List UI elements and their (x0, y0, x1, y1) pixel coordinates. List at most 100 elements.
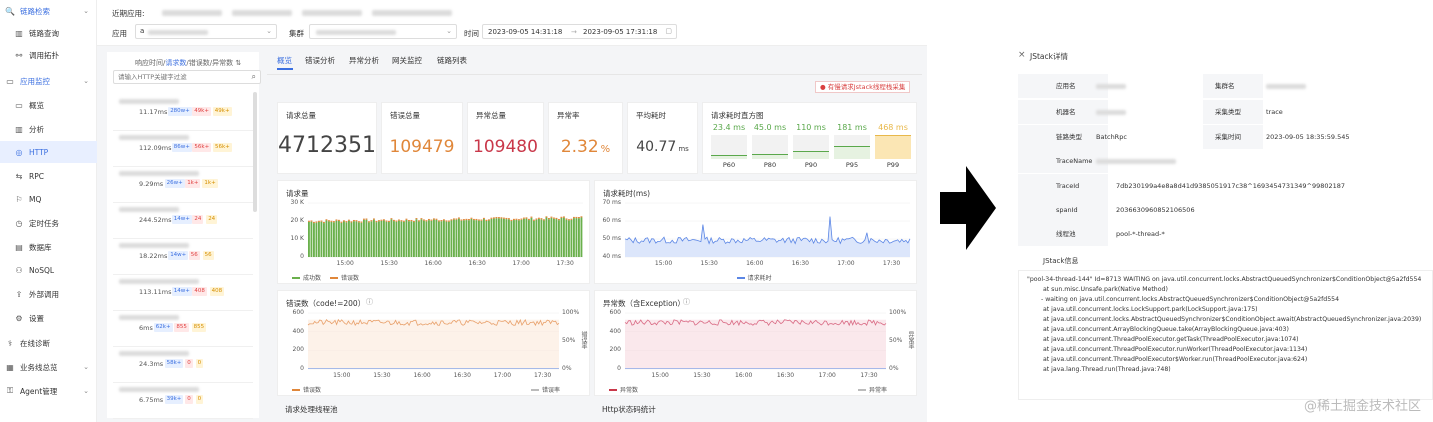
bar (350, 222, 353, 257)
y-tick-label: 0 (300, 253, 304, 260)
sidebar-item-14[interactable]: ⚕ 在线诊断 (0, 332, 97, 354)
list-item[interactable]: 6ms 62k+ 855 855 (113, 312, 253, 348)
sidebar-item-4[interactable]: ▭ 概览 (0, 94, 97, 116)
top-bar: 近期应用: 应用 a ⌄ 集群 ⌄ 时间 2023-09-05 14:31:18… (97, 0, 927, 46)
bar-error (478, 219, 480, 221)
bar-error (523, 217, 525, 219)
recent-app-link[interactable] (232, 10, 292, 16)
http-path-blur (119, 387, 199, 392)
sidebar-item-6[interactable]: ◎ HTTP (0, 141, 97, 163)
list-item[interactable]: 9.29ms 26w+ 1k+ 1k+ (113, 168, 253, 204)
bar (515, 219, 518, 257)
bar (468, 220, 470, 257)
row-latency: 6.75ms (139, 396, 164, 404)
chevron-down-icon: ⌄ (266, 27, 272, 35)
bar (525, 218, 528, 257)
sidebar-item-9[interactable]: ◷ 定时任务 (0, 212, 97, 234)
legend-item[interactable]: 成功数 (292, 273, 321, 282)
list-item[interactable]: 113.11ms 14w+ 408 408 (113, 276, 253, 312)
recent-app-link[interactable] (162, 10, 222, 16)
info-icon[interactable]: ⓘ (366, 297, 373, 307)
sidebar-item-8[interactable]: ⚐ MQ (0, 188, 97, 210)
bar-error (570, 218, 573, 220)
time-range-picker[interactable]: 2023-09-05 14:31:18 → 2023-09-05 17:31:1… (482, 24, 677, 39)
sort-tab-requests[interactable]: 请求数 (165, 59, 186, 67)
sort-icon[interactable]: ⇅ (235, 59, 241, 67)
recent-app-link[interactable] (302, 10, 362, 16)
legend-item[interactable]: 请求耗时 (736, 273, 772, 282)
jstack-field-label: 采集时间 (1203, 125, 1263, 149)
stat-number: 2.32 (560, 137, 599, 157)
tab-3[interactable]: 网关监控 (392, 55, 422, 66)
cluster-select[interactable]: ⌄ (309, 24, 457, 39)
bar-error (405, 218, 408, 220)
x-tick-label: 17:00 (512, 260, 530, 267)
chart-title: 请求耗时(ms) (603, 189, 651, 198)
list-item[interactable]: 24.3ms 58k+ 0 0 (113, 348, 253, 384)
alert-icon: ● (820, 83, 826, 91)
recent-app-link[interactable] (372, 10, 452, 16)
bar-error (553, 217, 555, 219)
legend-item[interactable]: 异常数 (609, 385, 638, 394)
http-search-field[interactable] (118, 73, 238, 81)
sidebar-item-16[interactable]: ⚿ Agent管理 ⌄ (0, 380, 97, 402)
list-scrollbar[interactable] (253, 92, 257, 212)
sidebar-item-1[interactable]: ▥ 链路查询 (0, 22, 97, 44)
sidebar-item-3[interactable]: ▭ 应用监控 ⌄ (0, 70, 97, 92)
legend-item[interactable]: 错误数 (330, 273, 359, 282)
arrow-right-icon (940, 166, 996, 250)
slow-request-alert[interactable]: ● 有慢请求Jstack线程栈采集 (815, 81, 911, 93)
list-item[interactable]: 6.75ms 39k+ 0 0 (113, 384, 253, 420)
time-end[interactable]: 2023-09-05 17:31:18 (583, 28, 657, 36)
sidebar-icon: ▥ (15, 124, 23, 134)
bar-error (395, 220, 398, 222)
sidebar-item-0[interactable]: 🔍 链路检索 ⌄ (0, 0, 97, 22)
legend-item[interactable]: 错误数 (292, 385, 321, 394)
row-requests-badge: 86w+ (171, 143, 192, 152)
sidebar-item-15[interactable]: ▦ 业务线总览 ⌄ (0, 356, 97, 378)
http-search-input[interactable]: ⌕ (113, 70, 261, 84)
search-icon[interactable]: ⌕ (252, 72, 256, 82)
info-icon[interactable]: ⓘ (683, 297, 690, 307)
bar-error (315, 221, 318, 223)
list-item[interactable]: 11.17ms 280w+ 49k+ 49k+ (113, 96, 253, 132)
chart-plot (624, 312, 887, 370)
sidebar-item-7[interactable]: ⇆ RPC (0, 165, 97, 187)
bar (415, 219, 418, 257)
bar (438, 221, 440, 257)
tab-1[interactable]: 错误分析 (305, 55, 335, 66)
list-item[interactable]: 18.22ms 14w+ 56 56 (113, 240, 253, 276)
bar (528, 220, 530, 257)
cluster-select-blur (316, 30, 396, 35)
sidebar-item-13[interactable]: ⚙ 设置 (0, 307, 97, 329)
sidebar-item-10[interactable]: ▤ 数据库 (0, 236, 97, 258)
sidebar-item-5[interactable]: ▥ 分析 (0, 118, 97, 140)
error-count-chart: 错误数（code!=200） ⓘ 600 400 200 0 100% 50% 0% 错误率 15:… (277, 290, 590, 396)
tab-2[interactable]: 异常分析 (349, 55, 379, 66)
bar-error (455, 218, 458, 220)
sort-tab-exceptions[interactable]: 异常数 (212, 59, 233, 67)
sidebar-item-11[interactable]: ⚇ NoSQL (0, 259, 97, 281)
close-icon[interactable]: × (1018, 50, 1026, 60)
tab-0[interactable]: 概览 (277, 55, 292, 66)
bar-error (440, 220, 443, 222)
sort-tab-latency[interactable]: 响应时间 (135, 59, 163, 67)
row-latency: 112.09ms (139, 144, 172, 152)
stat-number: 4712351 (278, 133, 376, 158)
sort-tab-errors[interactable]: 错误数 (189, 59, 210, 67)
legend-item[interactable]: 异常率 (858, 385, 887, 394)
jstack-field-blur (1266, 84, 1306, 89)
sidebar-item-2[interactable]: ⚯ 调用拓扑 (0, 44, 97, 66)
row-divider (113, 202, 253, 203)
time-start[interactable]: 2023-09-05 14:31:18 (488, 28, 562, 36)
legend-swatch (531, 388, 539, 391)
bar (540, 219, 543, 257)
tab-4[interactable]: 链路列表 (437, 55, 467, 66)
list-item[interactable]: 244.52ms 14w+ 24 24 (113, 204, 253, 240)
sidebar-item-label: 数据库 (29, 242, 52, 252)
legend-item[interactable]: 错误率 (531, 385, 560, 394)
list-item[interactable]: 112.09ms 86w+ 56k+ 56k+ (113, 132, 253, 168)
sidebar-item-12[interactable]: ⇪ 外部调用 (0, 283, 97, 305)
sidebar-item-label: 分析 (29, 124, 44, 134)
app-select[interactable]: a ⌄ (135, 24, 277, 39)
